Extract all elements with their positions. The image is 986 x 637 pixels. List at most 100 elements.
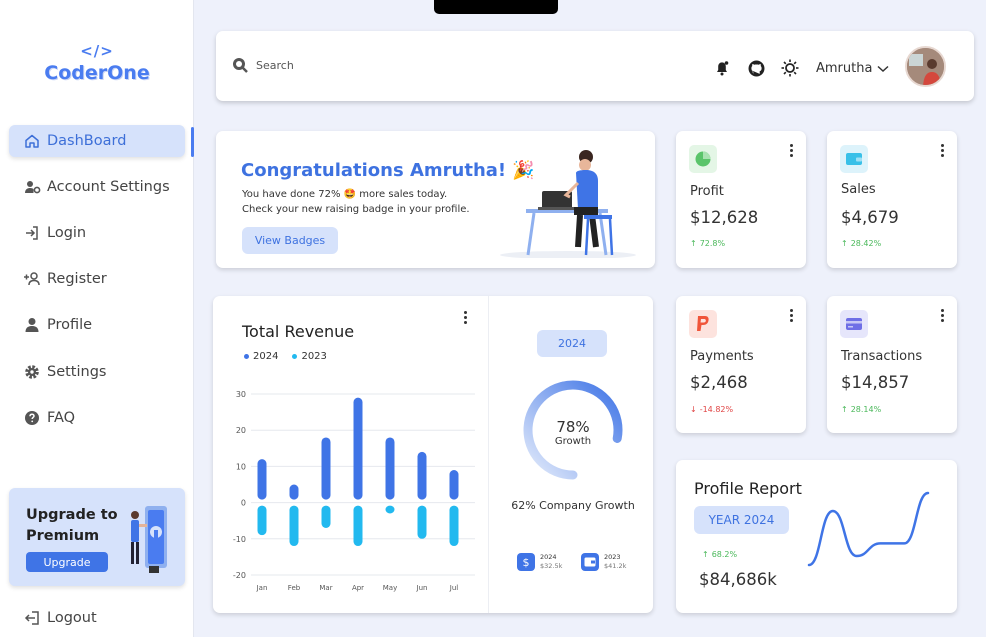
sidebar-item-profile[interactable]: Profile bbox=[9, 309, 185, 341]
topbar-actions bbox=[713, 59, 799, 77]
user-name: Amrutha bbox=[816, 61, 873, 76]
bar-2023-Jun bbox=[417, 505, 427, 539]
dollar-icon: $ bbox=[517, 553, 535, 571]
premium-illustration bbox=[131, 506, 167, 573]
upgrade-card: Upgrade to Premium Upgrade bbox=[9, 488, 185, 586]
report-year[interactable]: YEAR 2024 bbox=[694, 506, 789, 534]
chevron-down-icon bbox=[877, 65, 889, 73]
sidebar-item-label: Profile bbox=[47, 317, 93, 333]
question-icon bbox=[23, 409, 41, 427]
sidebar-item-login[interactable]: Login bbox=[9, 217, 185, 249]
search-placeholder: Search bbox=[256, 58, 294, 72]
sales-value: $4,679 bbox=[841, 208, 899, 227]
logout-button[interactable]: Logout bbox=[23, 610, 97, 626]
arrow-up-icon: ↑ bbox=[841, 239, 848, 248]
profit-delta: ↑ 72.8% bbox=[690, 239, 725, 248]
pie-chart-icon bbox=[689, 145, 717, 173]
payments-card: Payments $2,468 ↓ -14.82% bbox=[676, 296, 806, 433]
card-icon bbox=[840, 310, 868, 338]
year-selector[interactable]: 2024 bbox=[537, 330, 607, 357]
gear-icon bbox=[23, 363, 41, 381]
more-options-icon[interactable] bbox=[784, 306, 798, 324]
bar-2024-Apr bbox=[353, 397, 363, 500]
payments-delta: ↓ -14.82% bbox=[690, 405, 733, 414]
active-indicator bbox=[191, 127, 194, 157]
user-plus-icon bbox=[23, 270, 41, 288]
bar-2023-May bbox=[385, 505, 395, 514]
avatar[interactable] bbox=[905, 46, 946, 87]
sidebar-item-register[interactable]: Register bbox=[9, 263, 185, 295]
congrats-title: Congratulations Amrutha! 🎉 bbox=[241, 160, 535, 181]
mini-year: 2023 bbox=[604, 553, 621, 561]
user-menu[interactable]: Amrutha bbox=[816, 61, 889, 76]
congrats-card: Congratulations Amrutha! 🎉 You have done… bbox=[216, 131, 655, 268]
mini-value: $32.5k bbox=[540, 562, 563, 570]
arrow-up-icon: ↑ bbox=[702, 550, 709, 559]
x-tick-label: Apr bbox=[352, 584, 364, 592]
report-delta: ↑ 68.2% bbox=[702, 550, 737, 559]
logout-label: Logout bbox=[47, 610, 97, 626]
arrow-down-icon: ↓ bbox=[690, 405, 697, 414]
more-options-icon[interactable] bbox=[784, 141, 798, 159]
more-options-icon[interactable] bbox=[935, 306, 949, 324]
profit-card: Profit $12,628 ↑ 72.8% bbox=[676, 131, 806, 268]
sales-delta: ↑ 28.42% bbox=[841, 239, 881, 248]
mini-stat-2024: $ 2024 $32.5k bbox=[517, 553, 562, 571]
y-tick-label: 10 bbox=[236, 462, 246, 471]
mini-value: $41.2k bbox=[604, 562, 627, 570]
company-growth: 62% Company Growth bbox=[511, 499, 635, 512]
sidebar-item-dashboard[interactable]: DashBoard bbox=[9, 125, 185, 157]
sidebar-item-label: Register bbox=[47, 271, 107, 287]
congrats-submessage: Check your new raising badge in your pro… bbox=[242, 204, 470, 215]
bar-2023-Apr bbox=[353, 505, 363, 547]
x-tick-label: Jan bbox=[256, 584, 268, 592]
x-tick-label: Jun bbox=[416, 584, 428, 592]
search-input[interactable]: Search bbox=[232, 57, 294, 73]
github-icon[interactable] bbox=[747, 59, 765, 77]
bar-2024-Mar bbox=[321, 437, 331, 500]
profit-value: $12,628 bbox=[690, 208, 759, 227]
bar-2024-Jun bbox=[417, 451, 427, 500]
profit-label: Profit bbox=[690, 184, 724, 199]
topbar: Search Amrutha bbox=[216, 31, 974, 101]
sidebar-item-label: FAQ bbox=[47, 410, 76, 426]
report-sparkline bbox=[807, 491, 930, 567]
upgrade-button[interactable]: Upgrade bbox=[26, 552, 108, 572]
y-tick-label: -20 bbox=[233, 571, 246, 580]
y-tick-label: 20 bbox=[236, 426, 246, 435]
mini-year: 2024 bbox=[540, 553, 557, 561]
bar-2023-Mar bbox=[321, 505, 331, 528]
sparkline-path bbox=[807, 491, 930, 567]
brand-logo[interactable]: </> CoderOne bbox=[0, 42, 194, 84]
bell-icon[interactable] bbox=[713, 59, 731, 77]
profit-delta-value: 72.8% bbox=[699, 239, 726, 248]
sidebar-item-label: Account Settings bbox=[47, 179, 170, 195]
search-icon bbox=[232, 57, 248, 73]
transactions-delta-value: 28.14% bbox=[850, 405, 882, 414]
sales-delta-value: 28.42% bbox=[850, 239, 882, 248]
sun-icon[interactable] bbox=[781, 59, 799, 77]
sidebar-item-settings[interactable]: Settings bbox=[9, 356, 185, 388]
sidebar-item-account-settings[interactable]: Account Settings bbox=[9, 171, 185, 203]
card-divider bbox=[488, 296, 489, 613]
total-revenue-card: Total Revenue 2024 2023 30 20 10 0 -10 -20 Jan… bbox=[213, 296, 653, 613]
bar-2024-Feb bbox=[289, 484, 299, 500]
arrow-up-icon: ↑ bbox=[841, 405, 848, 414]
more-options-icon[interactable] bbox=[935, 141, 949, 159]
y-tick-label: -10 bbox=[233, 535, 246, 544]
sidebar-item-label: Login bbox=[47, 225, 87, 241]
profile-report-card: Profile Report YEAR 2024 ↑ 68.2% $84,686k bbox=[676, 460, 957, 613]
report-delta-value: 68.2% bbox=[711, 550, 738, 559]
sidebar-item-faq[interactable]: FAQ bbox=[9, 402, 185, 434]
bar-2023-Feb bbox=[289, 505, 299, 547]
x-tick-label: Mar bbox=[319, 584, 332, 592]
view-badges-button[interactable]: View Badges bbox=[242, 227, 338, 254]
sidebar: </> CoderOne DashBoard Account Settings … bbox=[0, 0, 194, 637]
gauge-label: 78% Growth bbox=[517, 418, 629, 447]
logout-icon bbox=[23, 610, 41, 626]
bar-2024-May bbox=[385, 437, 395, 500]
bar-2023-Jul bbox=[449, 505, 459, 547]
user-icon bbox=[23, 316, 41, 334]
wallet-icon bbox=[581, 553, 599, 571]
x-tick-label: Feb bbox=[288, 584, 301, 592]
